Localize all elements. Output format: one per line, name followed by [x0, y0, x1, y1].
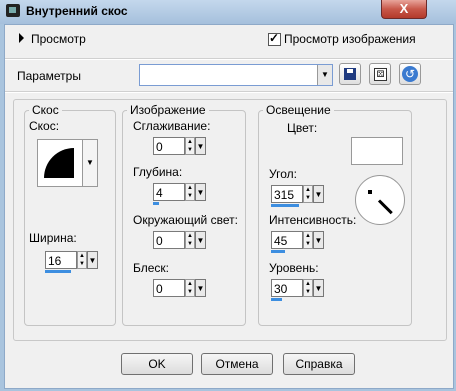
- value-bar: [153, 202, 159, 205]
- elevation-label: Уровень:: [269, 261, 319, 275]
- spin-arrows-icon[interactable]: ▲ ▼: [185, 279, 195, 297]
- smoothing-spinner[interactable]: 0 ▲ ▼ ▼: [153, 137, 206, 157]
- chevron-down-icon[interactable]: ▼: [87, 251, 98, 269]
- width-label: Ширина:: [29, 231, 77, 245]
- width-input[interactable]: 16: [45, 251, 77, 269]
- preview-image-label[interactable]: Просмотр изображения: [284, 32, 416, 46]
- separator: [5, 58, 453, 60]
- ambience-input[interactable]: 0: [153, 231, 185, 249]
- intensity-spinner[interactable]: 45 ▲ ▼ ▼: [271, 231, 324, 253]
- bevel-shape-label: Скос:: [29, 119, 60, 133]
- random-dice-icon: ⚄: [374, 68, 387, 81]
- shininess-input[interactable]: 0: [153, 279, 185, 297]
- help-button[interactable]: Справка: [283, 353, 355, 375]
- light-color-swatch[interactable]: [351, 137, 403, 165]
- value-bar: [271, 204, 299, 207]
- angle-dial[interactable]: [355, 175, 405, 225]
- preview-toggle-label[interactable]: Просмотр: [31, 32, 86, 46]
- params-combobox[interactable]: ▼: [139, 64, 333, 86]
- bevel-group-title: Скос: [29, 103, 62, 117]
- bevel-group: Скос Скос: ▼ Ширина: 16 ▲ ▼ ▼: [24, 103, 116, 326]
- angle-spinner[interactable]: 315 ▲ ▼ ▼: [271, 185, 324, 207]
- value-bar: [271, 298, 282, 301]
- title-bar: Внутренний скос X: [0, 0, 456, 24]
- chevron-down-icon[interactable]: ▼: [317, 65, 332, 85]
- chevron-down-icon[interactable]: ▼: [313, 279, 324, 297]
- spin-arrows-icon[interactable]: ▲ ▼: [77, 251, 87, 269]
- chevron-down-icon[interactable]: ▼: [195, 183, 206, 201]
- chevron-down-icon[interactable]: ▼: [195, 231, 206, 249]
- elevation-spinner[interactable]: 30 ▲ ▼ ▼: [271, 279, 324, 301]
- save-preset-button[interactable]: [339, 63, 361, 85]
- preview-row: Просмотр Просмотр изображения: [5, 29, 453, 51]
- depth-spinner[interactable]: 4 ▲ ▼ ▼: [153, 183, 206, 205]
- reset-icon: ↺: [402, 66, 418, 82]
- save-icon: [344, 68, 356, 80]
- app-icon: [6, 4, 20, 17]
- value-bar: [45, 270, 71, 273]
- spin-arrows-icon[interactable]: ▲ ▼: [185, 231, 195, 249]
- dial-needle-icon: [377, 199, 393, 215]
- preview-image-checkbox[interactable]: [268, 31, 281, 46]
- dialog-body: Просмотр Просмотр изображения Параметры …: [4, 24, 454, 389]
- ambience-label: Окружающий свет:: [133, 213, 238, 227]
- chevron-down-icon[interactable]: ▼: [195, 137, 206, 155]
- bevel-shape-icon: [44, 148, 74, 178]
- image-group-title: Изображение: [127, 103, 209, 117]
- chevron-down-icon[interactable]: ▼: [313, 231, 324, 249]
- close-button[interactable]: X: [381, 0, 427, 19]
- shininess-spinner[interactable]: 0 ▲ ▼ ▼: [153, 279, 206, 299]
- intensity-label: Интенсивность:: [269, 213, 357, 227]
- lighting-group: Освещение Цвет: Угол: 315 ▲ ▼ ▼ Интенсивн…: [258, 103, 412, 326]
- spin-arrows-icon[interactable]: ▲ ▼: [303, 185, 313, 203]
- depth-label: Глубина:: [133, 165, 183, 179]
- spin-arrows-icon[interactable]: ▲ ▼: [303, 279, 313, 297]
- options-area: Скос Скос: ▼ Ширина: 16 ▲ ▼ ▼ Изображение…: [13, 99, 447, 341]
- separator: [5, 91, 453, 93]
- expand-arrow-icon[interactable]: [19, 33, 24, 43]
- randomize-button[interactable]: ⚄: [369, 63, 391, 85]
- chevron-down-icon[interactable]: ▼: [195, 279, 206, 297]
- chevron-down-icon[interactable]: ▼: [82, 139, 98, 187]
- angle-input[interactable]: 315: [271, 185, 303, 203]
- value-bar: [271, 250, 285, 253]
- ambience-spinner[interactable]: 0 ▲ ▼ ▼: [153, 231, 206, 251]
- window-title: Внутренний скос: [26, 4, 128, 18]
- spin-arrows-icon[interactable]: ▲ ▼: [185, 183, 195, 201]
- intensity-input[interactable]: 45: [271, 231, 303, 249]
- spin-arrows-icon[interactable]: ▲ ▼: [185, 137, 195, 155]
- ok-button[interactable]: OK: [121, 353, 193, 375]
- spin-arrows-icon[interactable]: ▲ ▼: [303, 231, 313, 249]
- width-spinner[interactable]: 16 ▲ ▼ ▼: [45, 251, 98, 273]
- reset-button[interactable]: ↺: [399, 63, 421, 85]
- params-label: Параметры: [17, 69, 81, 83]
- dial-dot-icon: [368, 190, 372, 194]
- depth-input[interactable]: 4: [153, 183, 185, 201]
- angle-label: Угол:: [269, 167, 297, 181]
- color-label: Цвет:: [287, 121, 318, 135]
- smoothing-input[interactable]: 0: [153, 137, 185, 155]
- shininess-label: Блеск:: [133, 261, 169, 275]
- smoothing-label: Сглаживание:: [133, 119, 211, 133]
- chevron-down-icon[interactable]: ▼: [313, 185, 324, 203]
- lighting-group-title: Освещение: [263, 103, 334, 117]
- cancel-button[interactable]: Отмена: [201, 353, 273, 375]
- image-group: Изображение Сглаживание: 0 ▲ ▼ ▼ Глубина:…: [122, 103, 246, 326]
- elevation-input[interactable]: 30: [271, 279, 303, 297]
- bevel-shape-preview[interactable]: [37, 139, 83, 187]
